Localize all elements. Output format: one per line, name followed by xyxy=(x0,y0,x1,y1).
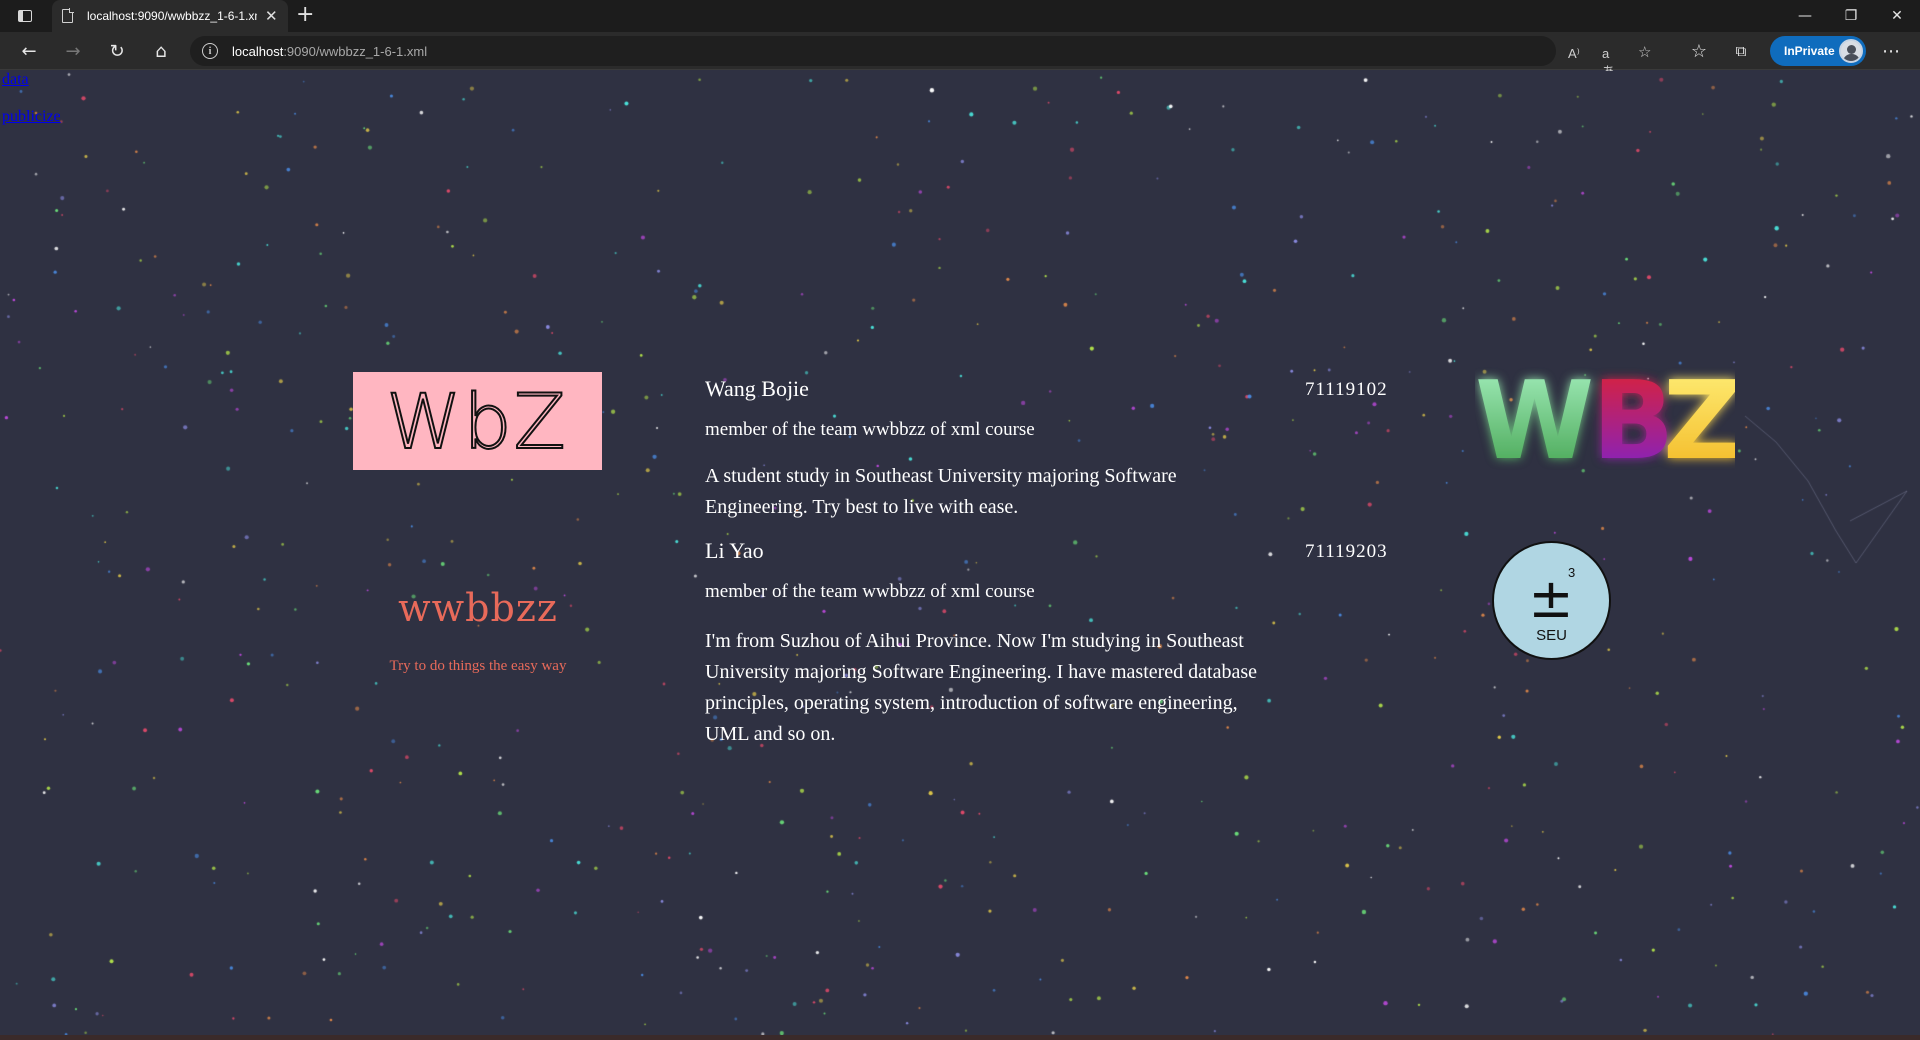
description-line: principles, operating system, introducti… xyxy=(705,692,1238,714)
new-tab-button[interactable]: + xyxy=(296,4,314,26)
add-favorite-icon[interactable]: ☆ xyxy=(1638,43,1651,61)
forward-button[interactable]: → xyxy=(58,36,88,66)
address-path: :9090/wwbbzz_1-6-1.xml xyxy=(283,43,428,59)
brand-name: wwbbzz xyxy=(398,586,558,630)
description-line: University majoring Software Engineering… xyxy=(705,661,1258,683)
more-menu-icon[interactable]: ⋯ xyxy=(1876,36,1906,66)
collections-icon[interactable]: ⧉ xyxy=(1726,36,1756,66)
navigation-bar: ← → ↻ ⌂ i localhost:9090/wwbbzz_1-6-1.xm… xyxy=(0,32,1920,79)
seu-badge: ± 3 SEU xyxy=(1492,541,1611,660)
member-description: I'm from Suzhou of Aihui Province. Now I… xyxy=(705,626,1257,750)
member-description: A student study in Southeast University … xyxy=(705,461,1177,523)
member-name: Li Yao xyxy=(705,538,764,563)
tab-close-button[interactable]: ✕ xyxy=(265,7,278,25)
data-link[interactable]: data xyxy=(2,71,29,89)
brand-slogan: Try to do things the easy way xyxy=(389,658,567,674)
address-bar[interactable]: i localhost:9090/wwbbzz_1-6-1.xml A⁾ aあ … xyxy=(190,36,1651,79)
logo-card: WbZ xyxy=(353,372,602,470)
logo-text: WbZ xyxy=(386,377,567,466)
starfield-background xyxy=(0,71,1920,1035)
home-button[interactable]: ⌂ xyxy=(146,36,176,66)
refresh-button[interactable]: ↻ xyxy=(102,36,132,66)
badge-label: SEU xyxy=(1536,627,1567,644)
member-id: 71119102 xyxy=(1305,379,1388,400)
page-content: data publicize WbZ wwbbzz Try to do thin… xyxy=(0,71,1920,1035)
svg-text:±: ± xyxy=(1528,567,1573,630)
member-role: member of the team wwbbzz of xml course xyxy=(705,581,1035,602)
minimize-button[interactable]: — xyxy=(1782,0,1828,32)
title-letter-b: B xyxy=(1592,359,1674,476)
description-line: I'm from Suzhou of Aihui Province. Now I… xyxy=(705,630,1244,652)
tab-actions-icon xyxy=(18,10,32,22)
wbz-logo-drawing: WbZ xyxy=(385,376,567,467)
badge-superscript: 3 xyxy=(1568,565,1576,580)
tab-bar: localhost:9090/wwbbzz_1-6-1.xml ✕ + — ❐ … xyxy=(0,0,1920,32)
close-window-button[interactable]: ✕ xyxy=(1874,0,1920,32)
publicize-link[interactable]: publicize xyxy=(2,108,61,126)
back-button[interactable]: ← xyxy=(14,36,44,66)
member-role: member of the team wwbbzz of xml course xyxy=(705,419,1035,440)
favorites-icon[interactable]: ☆ xyxy=(1684,36,1714,66)
tab-title: localhost:9090/wwbbzz_1-6-1.xml xyxy=(87,9,257,23)
member-name: Wang Bojie xyxy=(705,376,809,401)
window-controls: — ❐ ✕ xyxy=(1782,0,1920,32)
description-line: Engineering. Try best to live with ease. xyxy=(705,496,1019,518)
tab-actions-menu[interactable] xyxy=(0,0,50,32)
active-tab[interactable]: localhost:9090/wwbbzz_1-6-1.xml ✕ xyxy=(52,0,288,32)
wbz-glow-title: W B Z xyxy=(1475,359,1735,476)
title-letter-w: W xyxy=(1475,359,1594,476)
inprivate-button[interactable]: InPrivate xyxy=(1770,36,1866,66)
description-line: UML and so on. xyxy=(705,723,836,745)
site-info-icon[interactable]: i xyxy=(202,43,218,59)
restore-button[interactable]: ❐ xyxy=(1828,0,1874,32)
profile-avatar xyxy=(1839,39,1863,63)
taskbar-edge xyxy=(0,1035,1920,1040)
title-letter-z: Z xyxy=(1663,359,1735,476)
member-id: 71119203 xyxy=(1305,541,1388,562)
document-icon xyxy=(62,8,74,23)
inprivate-label: InPrivate xyxy=(1784,44,1835,58)
read-aloud-icon[interactable]: A⁾ xyxy=(1568,46,1580,62)
address-host: localhost xyxy=(232,43,284,59)
description-line: A student study in Southeast University … xyxy=(705,465,1177,487)
